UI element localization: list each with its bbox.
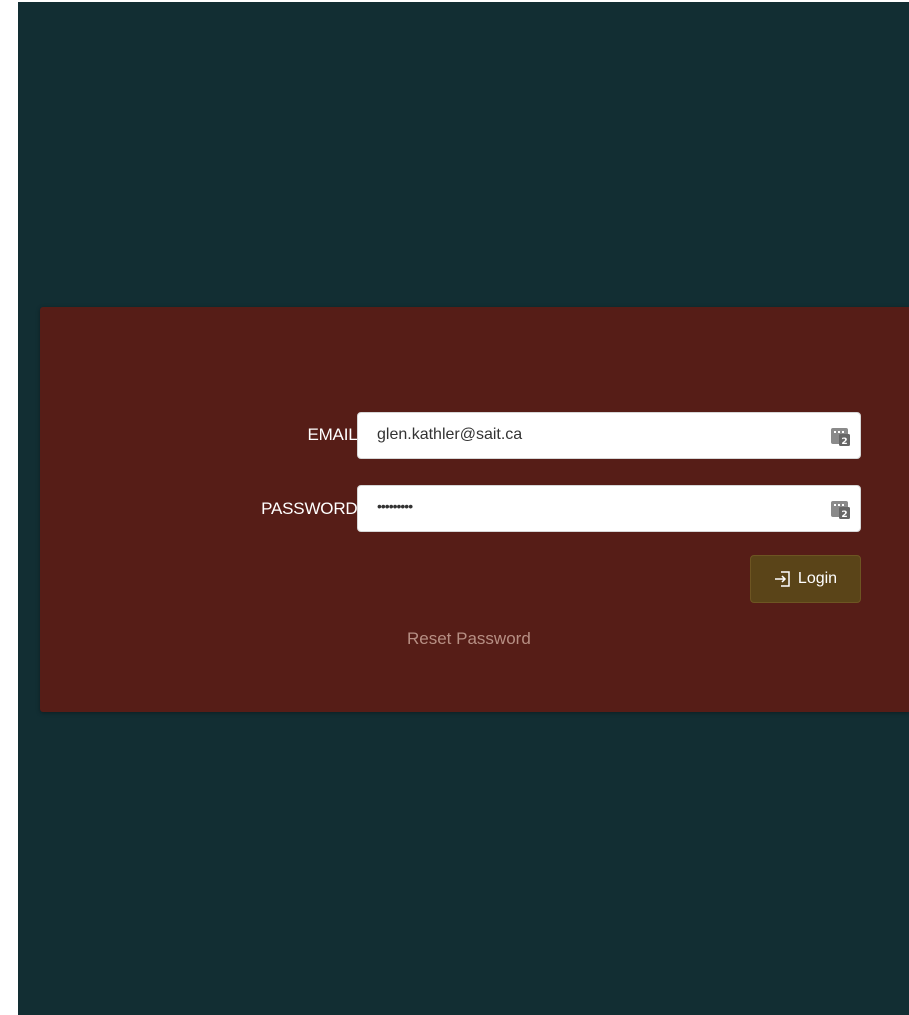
password-label: PASSWORD: — [261, 499, 362, 518]
password-field[interactable]: ••••••••• 2 — [357, 485, 861, 532]
email-field[interactable]: glen.kathler@sait.ca 2 — [357, 412, 861, 459]
login-arrow-icon — [774, 571, 790, 587]
page-background: EMAIL: glen.kathler@sait.ca 2 PASSWORD: … — [18, 2, 909, 1015]
reset-password-link[interactable]: Reset Password — [407, 629, 531, 649]
password-value: ••••••••• — [377, 498, 413, 514]
password-manager-icon[interactable]: 2 — [831, 499, 850, 519]
login-button[interactable]: Login — [750, 555, 861, 603]
password-manager-badge: 2 — [841, 510, 847, 519]
login-panel: EMAIL: glen.kathler@sait.ca 2 PASSWORD: … — [40, 307, 909, 712]
email-label: EMAIL: — [307, 425, 362, 444]
password-manager-badge: 2 — [841, 437, 847, 446]
login-button-label: Login — [797, 570, 838, 587]
password-manager-icon[interactable]: 2 — [831, 426, 850, 446]
email-value: glen.kathler@sait.ca — [377, 426, 523, 443]
